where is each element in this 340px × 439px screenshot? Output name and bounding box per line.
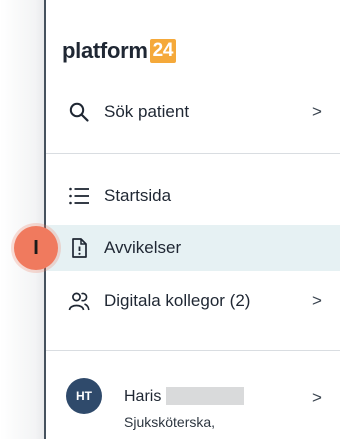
sidebar-item-startsida[interactable]: Startsida [46,173,340,219]
sidebar: platform 24 Sök patient > Startsida Avvi… [44,0,340,439]
search-patient-item[interactable]: Sök patient > [46,89,340,135]
redacted-surname [166,387,244,405]
platform24-logo: platform 24 [62,38,177,64]
search-icon [68,101,90,123]
divider [46,350,340,351]
sidebar-item-label: Digitala kollegor (2) [104,291,251,310]
list-icon [68,185,90,207]
user-name[interactable]: Haris [124,388,161,406]
logo-word: platform [62,38,148,63]
document-alert-icon [68,237,90,259]
sidebar-item-digitala-kollegor[interactable]: Digitala kollegor (2) > [46,278,340,324]
chevron-right-icon: > [312,102,322,121]
sidebar-item-label: Startsida [104,186,172,205]
annotation-marker: I [14,226,58,270]
avatar[interactable]: HT [66,378,102,414]
logo-badge: 24 [149,39,177,63]
app-background [0,0,44,439]
people-icon [68,290,90,312]
sidebar-item-label: Avvikelser [104,238,182,257]
divider [46,153,340,154]
sidebar-item-avvikelser[interactable]: Avvikelser [46,225,340,271]
chevron-right-icon[interactable]: > [312,388,322,408]
chevron-right-icon: > [312,291,322,310]
user-role: Sjuksköterska, [124,414,216,430]
search-patient-label: Sök patient [104,102,190,121]
